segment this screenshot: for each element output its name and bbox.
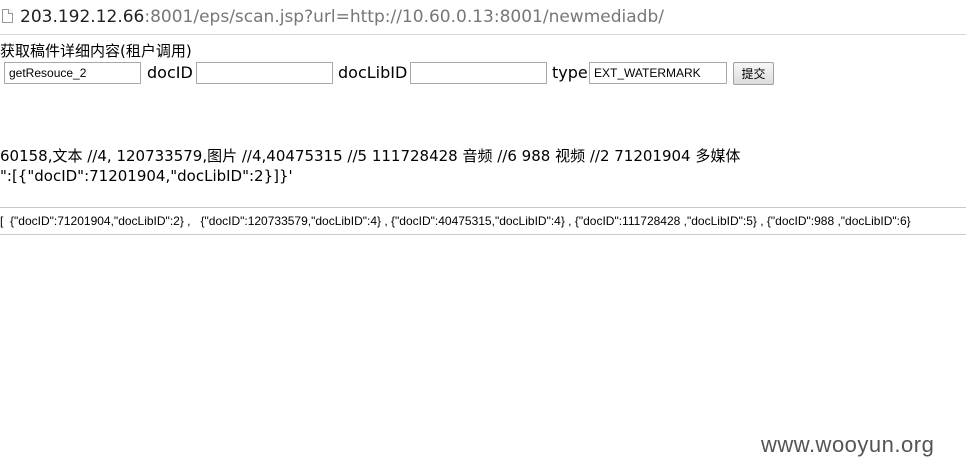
address-bar[interactable]: 203.192.12.66:8001/eps/scan.jsp?url=http…: [0, 0, 966, 35]
type-label: type: [552, 63, 588, 82]
result-text: [ {"docID":71201904,"docLibID":2} , {"do…: [0, 214, 911, 228]
method-input[interactable]: [4, 62, 141, 84]
url-text[interactable]: 203.192.12.66:8001/eps/scan.jsp?url=http…: [20, 6, 664, 28]
page-icon: [2, 9, 13, 23]
watermark: www.wooyun.org: [761, 432, 935, 457]
info-line-2: ":[{"docID":71201904,"docLibID":2}]}': [0, 167, 293, 185]
info-line-1: 60158,文本 //4, 120733579,图片 //4,40475315 …: [0, 147, 741, 165]
type-input[interactable]: [589, 62, 727, 84]
result-output[interactable]: [ {"docID":71201904,"docLibID":2} , {"do…: [0, 207, 966, 235]
url-host: 203.192.12.66: [20, 7, 145, 27]
submit-button[interactable]: 提交: [733, 62, 774, 85]
url-path: :8001/eps/scan.jsp?url=http://10.60.0.13…: [144, 7, 664, 27]
docid-input[interactable]: [196, 62, 333, 84]
doclibid-input[interactable]: [410, 62, 547, 84]
form-title: 获取稿件详细内容(租户调用): [0, 42, 192, 60]
query-form: docID docLibID type 提交: [0, 61, 966, 87]
docid-label: docID: [147, 63, 193, 82]
doclibid-label: docLibID: [338, 63, 408, 82]
